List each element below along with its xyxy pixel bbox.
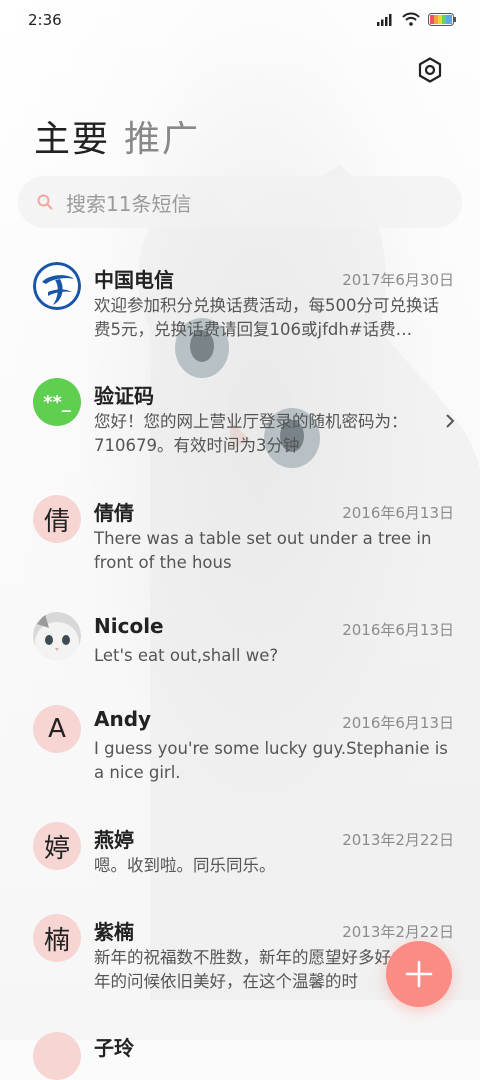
conversation-name: 中国电信 bbox=[94, 268, 174, 292]
contact-avatar: 倩 bbox=[33, 495, 81, 543]
status-bar: 2:36 bbox=[0, 0, 480, 40]
conversation-preview: 欢迎参加积分兑换话费活动，每500分可兑换话费5元，兑换话费请回复106或jfd… bbox=[94, 296, 439, 339]
conversation-name: Nicole bbox=[94, 614, 164, 638]
tab-main[interactable]: 主要 bbox=[34, 110, 110, 162]
contact-avatar: A bbox=[33, 705, 81, 753]
china-telecom-logo-icon bbox=[33, 262, 81, 310]
conversation-preview: Let's eat out,shall we? bbox=[94, 646, 279, 665]
tab-promotion[interactable]: 推广 bbox=[124, 110, 200, 162]
tab-bar: 主要 推广 bbox=[34, 110, 200, 162]
signal-icon bbox=[377, 14, 392, 26]
conversation-date: 2016年6月13日 bbox=[342, 621, 454, 639]
new-message-fab-button[interactable] bbox=[386, 941, 452, 1007]
wifi-icon bbox=[402, 12, 420, 26]
conversation-date: 2013年2月22日 bbox=[342, 923, 454, 941]
battery-icon bbox=[428, 12, 456, 26]
conversation-name: 燕婷 bbox=[94, 828, 134, 852]
conversation-preview: 您好！您的网上营业厅登录的随机密码为：710679。有效时间为3分钟 bbox=[94, 412, 408, 455]
conversation-name: 倩倩 bbox=[94, 501, 134, 525]
search-bar[interactable]: 搜索11条短信 bbox=[18, 176, 462, 228]
settings-hexagon-icon[interactable] bbox=[416, 56, 444, 84]
conversation-date: 2017年6月30日 bbox=[342, 271, 454, 289]
conversation-date: 2013年2月22日 bbox=[342, 831, 454, 849]
conversation-date: 2016年6月13日 bbox=[342, 504, 454, 522]
conversation-name: 验证码 bbox=[94, 384, 154, 408]
conversation-name: 子玲 bbox=[94, 1036, 134, 1060]
search-input[interactable]: 搜索11条短信 bbox=[66, 188, 191, 217]
plus-icon bbox=[405, 960, 433, 988]
conversation-preview: 嗯。收到啦。同乐同乐。 bbox=[94, 856, 276, 875]
verification-avatar-icon: **_ bbox=[33, 378, 81, 426]
conversation-preview: I guess you're some lucky guy.Stephanie … bbox=[94, 739, 448, 782]
contact-avatar: 婷 bbox=[33, 822, 81, 870]
chevron-right-icon[interactable] bbox=[444, 413, 456, 429]
conversation-date: 2016年6月13日 bbox=[342, 714, 454, 732]
status-icons bbox=[376, 12, 456, 26]
contact-avatar bbox=[33, 1032, 81, 1080]
conversation-name: Andy bbox=[94, 707, 152, 731]
contact-photo-avatar bbox=[33, 612, 81, 660]
status-time: 2:36 bbox=[28, 11, 62, 29]
conversation-preview: There was a table set out under a tree i… bbox=[94, 529, 432, 572]
conversation-name: 紫楠 bbox=[94, 920, 134, 944]
contact-avatar: 楠 bbox=[33, 914, 81, 962]
search-icon bbox=[37, 194, 53, 210]
